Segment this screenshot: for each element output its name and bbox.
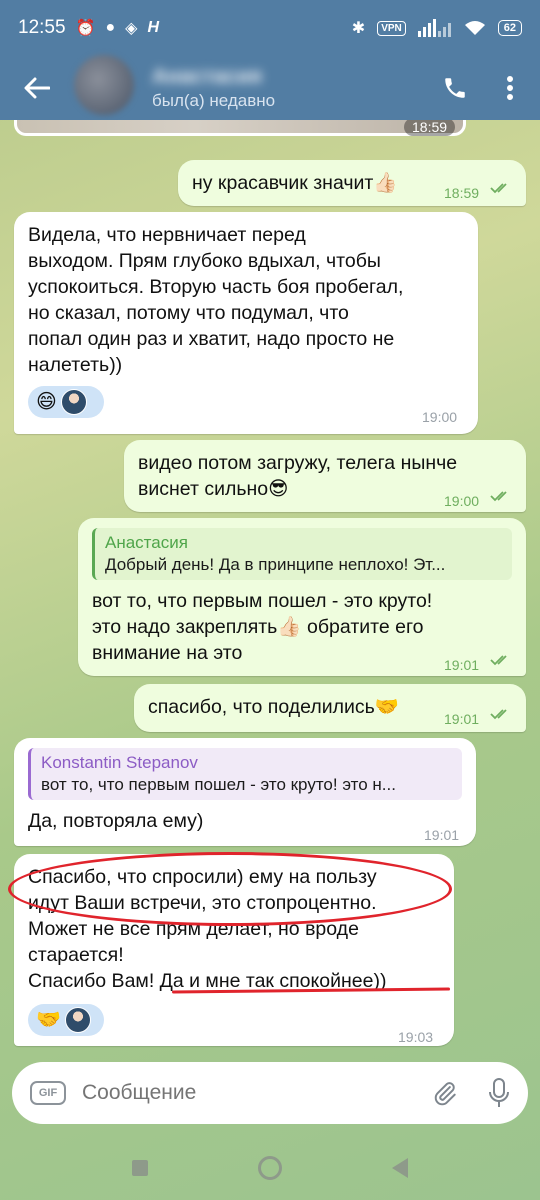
double-check-icon <box>490 655 507 666</box>
message-line: попал один раз и хватит, надо просто не <box>28 328 395 350</box>
status-right: ✱ VPN 62 <box>352 18 522 38</box>
reaction-avatar <box>64 1007 91 1033</box>
message-time: 19:03 <box>398 1029 434 1045</box>
message-line: старается! <box>28 944 124 966</box>
message-bubble-in[interactable]: Konstantin Stepanov вот то, что первым п… <box>14 738 476 846</box>
contact-avatar[interactable] <box>74 55 134 115</box>
reaction-chip[interactable]: 🤝 <box>28 1004 104 1036</box>
double-check-icon <box>490 709 507 720</box>
message-line: налететь)) <box>28 354 123 376</box>
wifi-icon <box>464 21 485 35</box>
double-check-icon <box>490 183 507 194</box>
arrow-left-icon <box>24 77 50 99</box>
message-text: ну красавчик значит👍🏻 <box>192 172 398 194</box>
bluetooth-icon: ✱ <box>351 20 366 37</box>
system-nav-bar <box>0 1136 540 1200</box>
message-line: вот то, что первым пошел - это круто! <box>92 590 433 612</box>
message-time: 18:59 <box>444 185 480 201</box>
photo-time: 18:59 <box>404 120 456 136</box>
contact-name: Анастасия <box>152 65 263 88</box>
message-line: выходом. Прям глубоко вдыхал, чтобы <box>28 250 381 272</box>
message-bubble-out[interactable]: ну красавчик значит👍🏻 18:59 <box>178 160 526 206</box>
message-line: Видела, что нервничает перед <box>28 224 306 246</box>
message-bubble-out[interactable]: спасибо, что поделились🤝 19:01 <box>134 684 526 732</box>
reaction-emoji: 😄 <box>36 391 57 413</box>
message-line: но сказал, потому что подумал, что <box>28 302 349 324</box>
alarm-icon: ⏰ <box>75 20 96 37</box>
chat-notification-icon: ● <box>105 19 116 36</box>
recent-apps-button[interactable] <box>132 1160 148 1176</box>
battery-indicator: 62 <box>497 20 522 36</box>
message-bubble-in[interactable]: Видела, что нервничает перед выходом. Пр… <box>14 212 478 434</box>
message-text: Да, повторяла ему) <box>28 810 204 832</box>
double-check-icon <box>490 491 507 502</box>
composer-actions <box>432 1078 510 1108</box>
app-notification-icon: ◈ <box>125 20 138 37</box>
hh-notification-icon: H <box>147 19 160 36</box>
reply-quote[interactable]: Анастасия Добрый день! Да в принципе неп… <box>92 528 512 580</box>
signal-icon <box>417 19 451 37</box>
reply-author: Konstantin Stepanov <box>41 753 198 772</box>
message-time: 19:01 <box>444 657 480 673</box>
reaction-avatar <box>60 389 87 415</box>
contact-status: был(а) недавно <box>152 91 276 110</box>
message-composer: GIF <box>12 1062 528 1124</box>
contact-info[interactable]: Анастасия был(а) недавно <box>152 65 275 111</box>
message-time: 19:01 <box>424 827 460 843</box>
message-text: спасибо, что поделились🤝 <box>148 696 400 718</box>
message-time: 19:00 <box>422 409 458 425</box>
chat-area[interactable]: 18:59 ну красавчик значит👍🏻 18:59 Видела… <box>0 120 540 1050</box>
status-left: 12:55 ⏰ ● ◈ H <box>18 17 159 39</box>
more-vertical-icon[interactable] <box>506 75 514 101</box>
header-actions <box>442 75 540 101</box>
reply-quote[interactable]: Konstantin Stepanov вот то, что первым п… <box>28 748 462 800</box>
message-bubble-out[interactable]: видео потом загружу, телега нынче виснет… <box>124 440 526 512</box>
reply-snippet: Добрый день! Да в принципе неплохо! Эт..… <box>105 555 446 574</box>
message-time: 19:01 <box>444 711 480 727</box>
message-time: 19:00 <box>444 493 480 509</box>
chat-header: Анастасия был(а) недавно <box>0 55 540 120</box>
microphone-icon[interactable] <box>488 1078 510 1108</box>
back-button[interactable] <box>0 56 74 120</box>
reply-author: Анастасия <box>105 533 188 552</box>
message-bubble-out[interactable]: Анастасия Добрый день! Да в принципе неп… <box>78 518 526 676</box>
reaction-emoji: 🤝 <box>36 1009 61 1031</box>
vpn-badge: VPN <box>377 20 406 36</box>
status-time: 12:55 <box>18 17 66 38</box>
system-back-button[interactable] <box>392 1158 408 1178</box>
message-line: успокоиться. Вторую часть боя пробегал, <box>28 276 404 298</box>
message-line: видео потом загружу, телега нынче <box>138 452 458 474</box>
message-input[interactable] <box>82 1081 432 1105</box>
annotation-oval <box>8 852 452 926</box>
phone-icon[interactable] <box>442 75 468 101</box>
gif-icon[interactable]: GIF <box>30 1081 66 1105</box>
attach-paperclip-icon[interactable] <box>432 1079 458 1107</box>
reply-snippet: вот то, что первым пошел - это круто! эт… <box>41 775 396 794</box>
message-line: это надо закреплять👍🏻 обратите его <box>92 616 424 638</box>
reaction-chip[interactable]: 😄 <box>28 386 104 418</box>
photo-message[interactable] <box>14 120 466 136</box>
home-button[interactable] <box>258 1156 282 1180</box>
status-bar: 12:55 ⏰ ● ◈ H ✱ VPN 62 <box>0 0 540 56</box>
